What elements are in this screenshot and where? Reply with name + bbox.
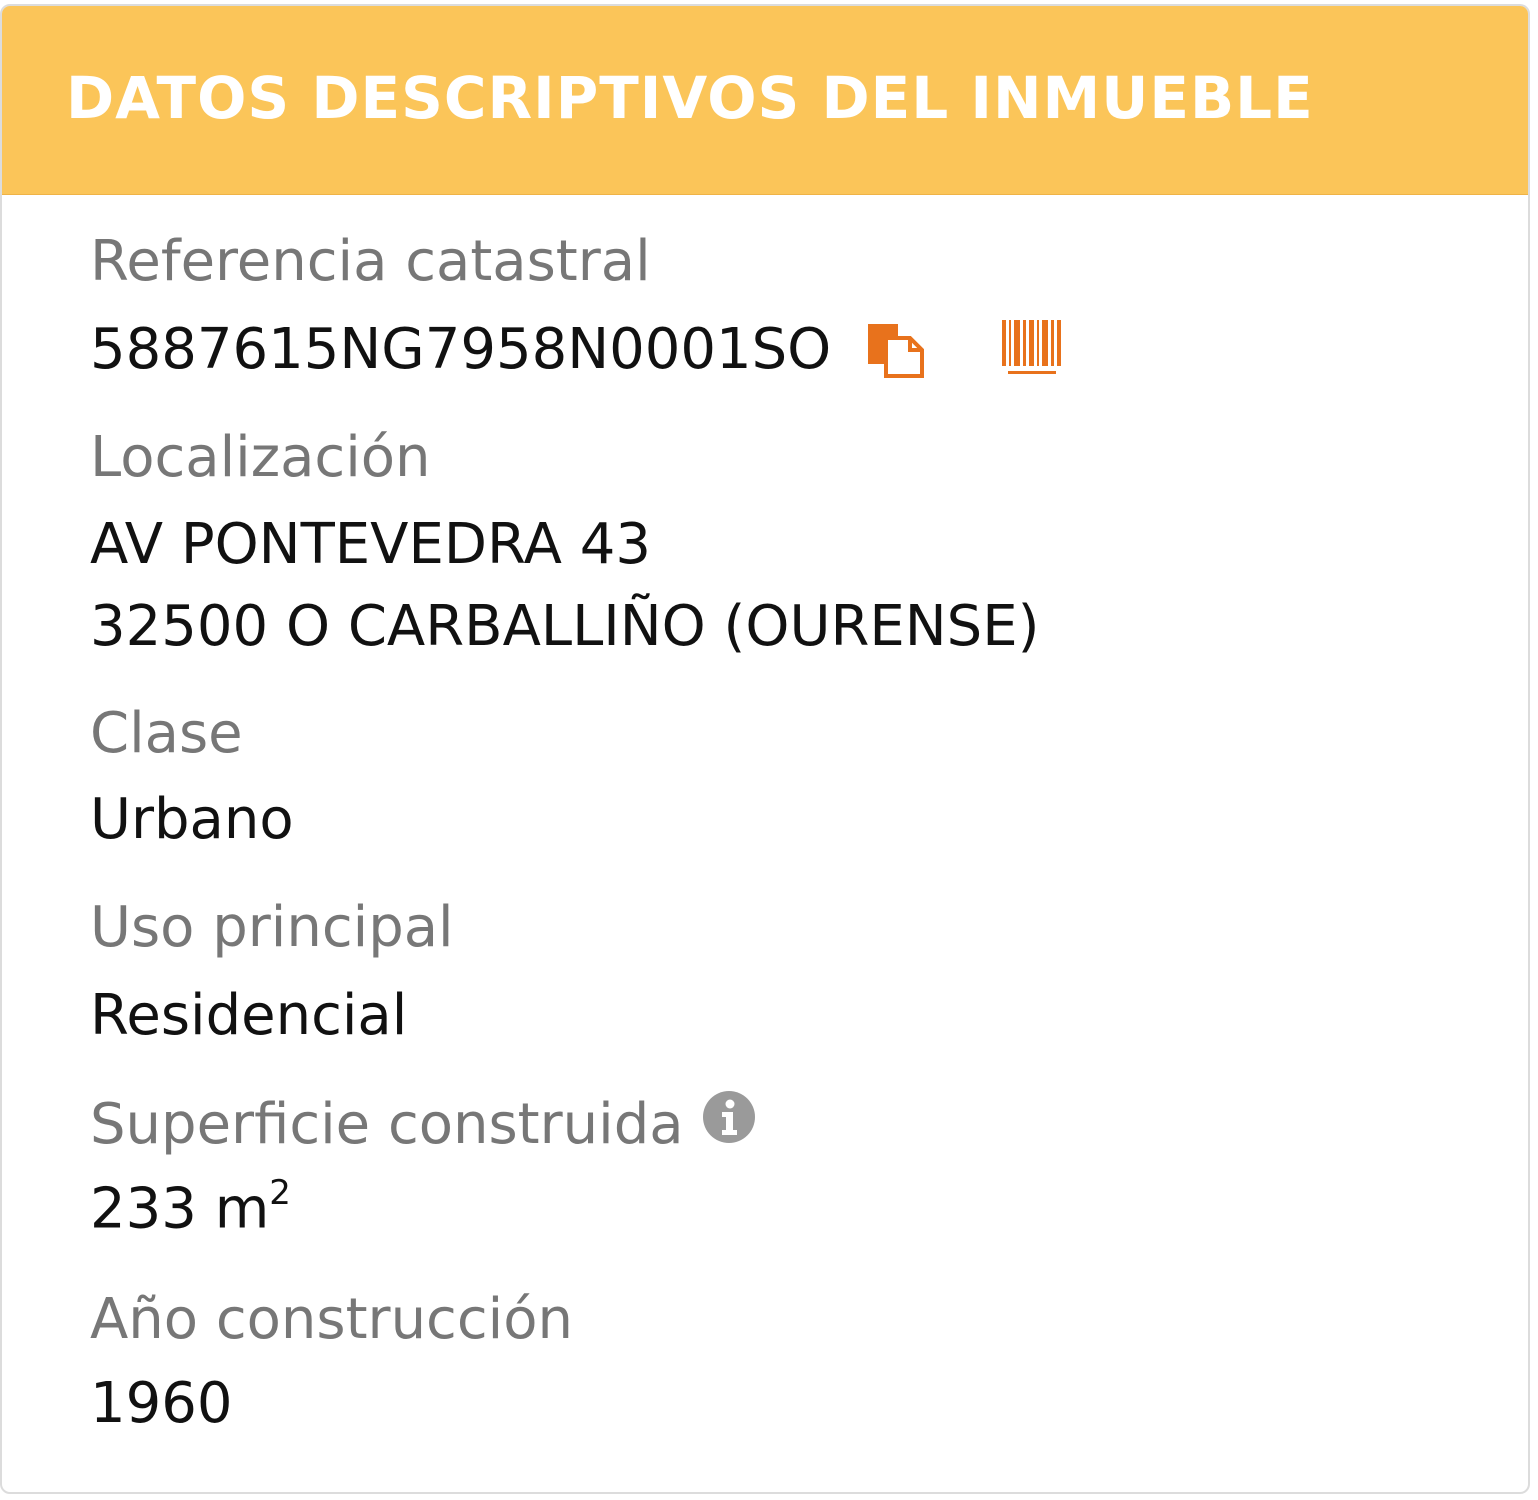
built-area-number: 233 m <box>90 1176 270 1242</box>
panel-title: DATOS DESCRIPTIVOS DEL INMUEBLE <box>66 64 1314 132</box>
location-label: Localización <box>90 425 431 490</box>
info-icon[interactable] <box>702 1090 756 1154</box>
built-area-label-text: Superficie construida <box>90 1092 684 1158</box>
construction-year-label: Año construcción <box>90 1287 573 1352</box>
location-value: AV PONTEVEDRA 43 32500 O CARBALLIÑO (OUR… <box>90 504 1039 668</box>
address-line-street: AV PONTEVEDRA 43 <box>90 512 651 577</box>
barcode-icon[interactable] <box>1000 318 1064 382</box>
property-details-panel: DATOS DESCRIPTIVOS DEL INMUEBLE Referenc… <box>0 4 1530 1494</box>
construction-year-value: 1960 <box>90 1371 233 1436</box>
address-line-city: 32500 O CARBALLIÑO (OURENSE) <box>90 594 1040 659</box>
main-use-label: Uso principal <box>90 895 454 960</box>
built-area-value: 233 m2 <box>90 1176 291 1238</box>
main-use-value: Residencial <box>90 983 408 1048</box>
built-area-unit-exponent: 2 <box>269 1173 291 1213</box>
class-value: Urbano <box>90 787 294 852</box>
class-label: Clase <box>90 701 243 766</box>
cadastral-reference-value: 5887615NG7958N0001SO <box>90 317 832 382</box>
copy-icon[interactable] <box>866 320 926 384</box>
panel-header: DATOS DESCRIPTIVOS DEL INMUEBLE <box>2 6 1528 195</box>
built-area-label: Superficie construida <box>90 1091 756 1160</box>
cadastral-reference-label: Referencia catastral <box>90 229 651 294</box>
